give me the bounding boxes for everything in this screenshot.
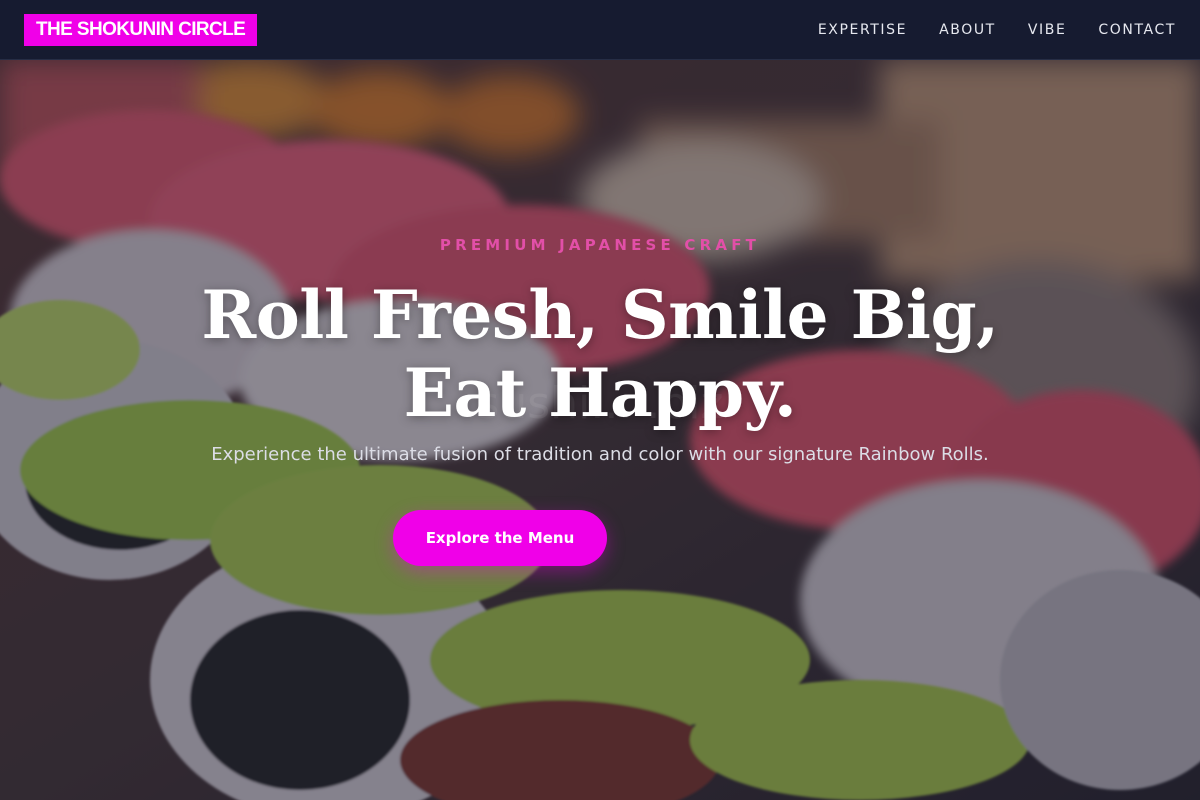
nav-link-vibe[interactable]: VIBE [1028, 22, 1067, 38]
nav-link-contact[interactable]: CONTACT [1098, 22, 1176, 38]
brand-logo[interactable]: THE SHOKUNIN CIRCLE [24, 13, 258, 46]
hero-subtitle: Experience the ultimate fusion of tradit… [211, 444, 989, 465]
explore-menu-button[interactable]: Explore the Menu [393, 510, 607, 566]
hero-headline: Roll Fresh, Smile Big, Eat Happy. [201, 276, 999, 432]
main-nav: EXPERTISE ABOUT VIBE CONTACT [818, 22, 1176, 38]
nav-link-expertise[interactable]: EXPERTISE [818, 22, 907, 38]
site-header: THE SHOKUNIN CIRCLE EXPERTISE ABOUT VIBE… [0, 0, 1200, 60]
hero-section: sushi... .biz PREMIUM JAPANESE CRAFT Rol… [0, 60, 1200, 800]
nav-link-about[interactable]: ABOUT [939, 22, 996, 38]
hero-kicker: PREMIUM JAPANESE CRAFT [439, 236, 761, 254]
